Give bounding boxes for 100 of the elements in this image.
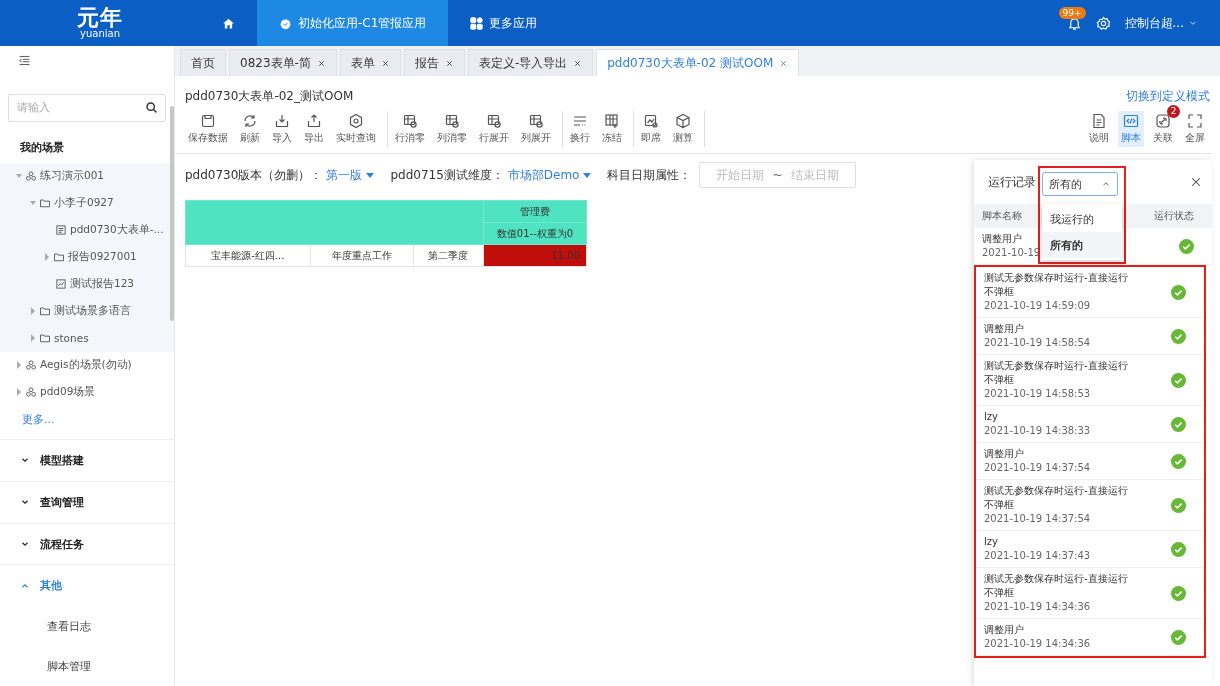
- date-range-field[interactable]: 开始日期 ~ 结束日期: [699, 162, 856, 188]
- caret-down-icon: [583, 172, 592, 178]
- close-icon: [380, 58, 390, 68]
- document-icon: [1091, 113, 1107, 129]
- fullscreen-icon: [1187, 113, 1203, 129]
- menu-section[interactable]: 模型搭建: [0, 438, 174, 481]
- script-name: 调整用户: [984, 447, 1024, 461]
- caret-right-icon[interactable]: [30, 334, 36, 343]
- tree-item[interactable]: pdd0730大表单-...: [70, 223, 164, 238]
- folder-icon: [39, 305, 51, 318]
- filter-label: 科目日期属性：: [607, 166, 692, 184]
- tree-item[interactable]: 小李子0927: [54, 196, 114, 211]
- toolbar-button[interactable]: 列消零: [434, 111, 470, 147]
- run-time: 2021-10-19 14:38:33: [984, 424, 1091, 438]
- toolbar-button[interactable]: 脚本: [1118, 111, 1144, 147]
- run-time: 2021-10-19 14:37:43: [984, 549, 1091, 563]
- notification-badge: 99+: [1058, 6, 1086, 19]
- menu-item[interactable]: 脚本管理: [47, 658, 91, 674]
- user-menu[interactable]: 控制台超...: [1124, 14, 1198, 32]
- toolbar-button[interactable]: 导入: [269, 111, 295, 147]
- toolbar-button[interactable]: 全屏: [1182, 111, 1208, 147]
- close-icon: [444, 58, 454, 68]
- toolbar-button[interactable]: 导出: [301, 111, 327, 147]
- tree-item[interactable]: stones: [54, 332, 89, 345]
- refresh-icon: [242, 113, 258, 129]
- filter-dropdown[interactable]: 第一版: [326, 166, 375, 184]
- tree-item[interactable]: pdd09场景: [40, 385, 96, 400]
- toolbar-button[interactable]: 行消零: [392, 111, 428, 147]
- menu-section[interactable]: 查询管理: [0, 480, 174, 523]
- filter-label: pdd0715测试维度：: [390, 166, 504, 184]
- run-time: 2021-10-19: [982, 246, 1041, 260]
- table-icon: [486, 113, 502, 129]
- table-cell: 年度重点工作: [310, 244, 414, 267]
- caret-right-icon[interactable]: [44, 253, 50, 262]
- tree-item[interactable]: 测试报告123: [70, 277, 135, 292]
- apps-icon: [470, 16, 484, 30]
- settings-button[interactable]: [1095, 15, 1111, 31]
- tree-item[interactable]: Aegis的场景(勿动): [40, 358, 132, 373]
- close-button[interactable]: [1190, 176, 1202, 188]
- search-field[interactable]: 请输入: [8, 93, 166, 122]
- caret-down-icon: [366, 172, 375, 178]
- tab[interactable]: 表定义-导入导出: [467, 49, 594, 76]
- filter-dropdown[interactable]: 市场部Demo: [507, 166, 592, 184]
- toolbar-button[interactable]: 行展开: [476, 111, 512, 147]
- tree-item[interactable]: 练习演示001: [40, 169, 105, 184]
- nav-tab[interactable]: 初始化应用-C1管报应用: [257, 0, 449, 46]
- toolbar-button[interactable]: 即席: [638, 111, 664, 147]
- toolbar-button[interactable]: 换行: [567, 111, 593, 147]
- folder-icon: [39, 332, 51, 345]
- scrollbar[interactable]: [170, 106, 174, 321]
- hexagon-icon: [348, 113, 364, 129]
- menu-section[interactable]: 其他: [0, 564, 174, 607]
- filter-label: pdd0730版本（勿删）：: [185, 166, 323, 184]
- caret-right-icon[interactable]: [16, 361, 22, 370]
- run-time: 2021-10-19 14:58:53: [984, 387, 1091, 401]
- tab[interactable]: 0823表单-简: [229, 49, 337, 76]
- tab[interactable]: 表单: [339, 49, 401, 76]
- caret-right-icon[interactable]: [16, 388, 22, 397]
- toolbar-button[interactable]: 测算: [670, 111, 696, 147]
- save-icon: [200, 113, 216, 129]
- script-name: 调整用户: [984, 322, 1024, 336]
- toolbar-button[interactable]: 刷新: [237, 111, 263, 147]
- table-cell: 第二季度: [413, 244, 484, 267]
- people-icon: [25, 359, 37, 372]
- import-icon: [274, 113, 290, 129]
- logo-text: 元年: [77, 7, 123, 29]
- form-title: pdd0730大表单-02_测试OOM: [185, 88, 354, 105]
- tab[interactable]: 首页: [180, 49, 226, 76]
- tree-item[interactable]: 测试场景多语言: [54, 304, 131, 319]
- folder-icon: [39, 197, 51, 210]
- chart-icon: [643, 113, 659, 129]
- toolbar-button[interactable]: 说明: [1086, 111, 1112, 147]
- close-icon: [1190, 176, 1202, 188]
- table-icon: [528, 113, 544, 129]
- toolbar-button[interactable]: 实时查询: [333, 111, 379, 147]
- dropdown-option[interactable]: 我运行的: [1042, 206, 1122, 232]
- form-icon: [55, 224, 67, 237]
- table-icon: [444, 113, 460, 129]
- run-time: 2021-10-19 14:34:36: [984, 600, 1091, 614]
- mode-link[interactable]: 切换到定义模式: [1126, 88, 1210, 105]
- caret-right-icon[interactable]: [30, 307, 36, 316]
- more-link[interactable]: 更多...: [22, 412, 55, 426]
- nav-tab[interactable]: 更多应用: [448, 0, 560, 46]
- tab[interactable]: 报告: [403, 49, 465, 76]
- toolbar-button[interactable]: 保存数据: [185, 111, 231, 147]
- code-icon: [1123, 113, 1139, 129]
- tree-item[interactable]: 报告0927001: [68, 250, 137, 265]
- section-title: 我的场景: [19, 139, 65, 156]
- menu-item[interactable]: 查看日志: [47, 618, 91, 634]
- filter-dropdown[interactable]: 所有的: [1042, 172, 1118, 196]
- menu-section[interactable]: 流程任务: [0, 522, 174, 565]
- close-icon: [779, 58, 789, 68]
- tab[interactable]: pdd0730大表单-02 测试OOM: [596, 49, 800, 76]
- column-header: 脚本名称: [982, 209, 1022, 223]
- folder-icon: [53, 251, 65, 264]
- toolbar-button[interactable]: 列展开: [518, 111, 554, 147]
- settings-icon: [1095, 15, 1111, 31]
- home-icon: [222, 16, 235, 30]
- toolbar-button[interactable]: 冻结: [599, 111, 625, 147]
- dropdown-option[interactable]: 所有的: [1042, 232, 1122, 258]
